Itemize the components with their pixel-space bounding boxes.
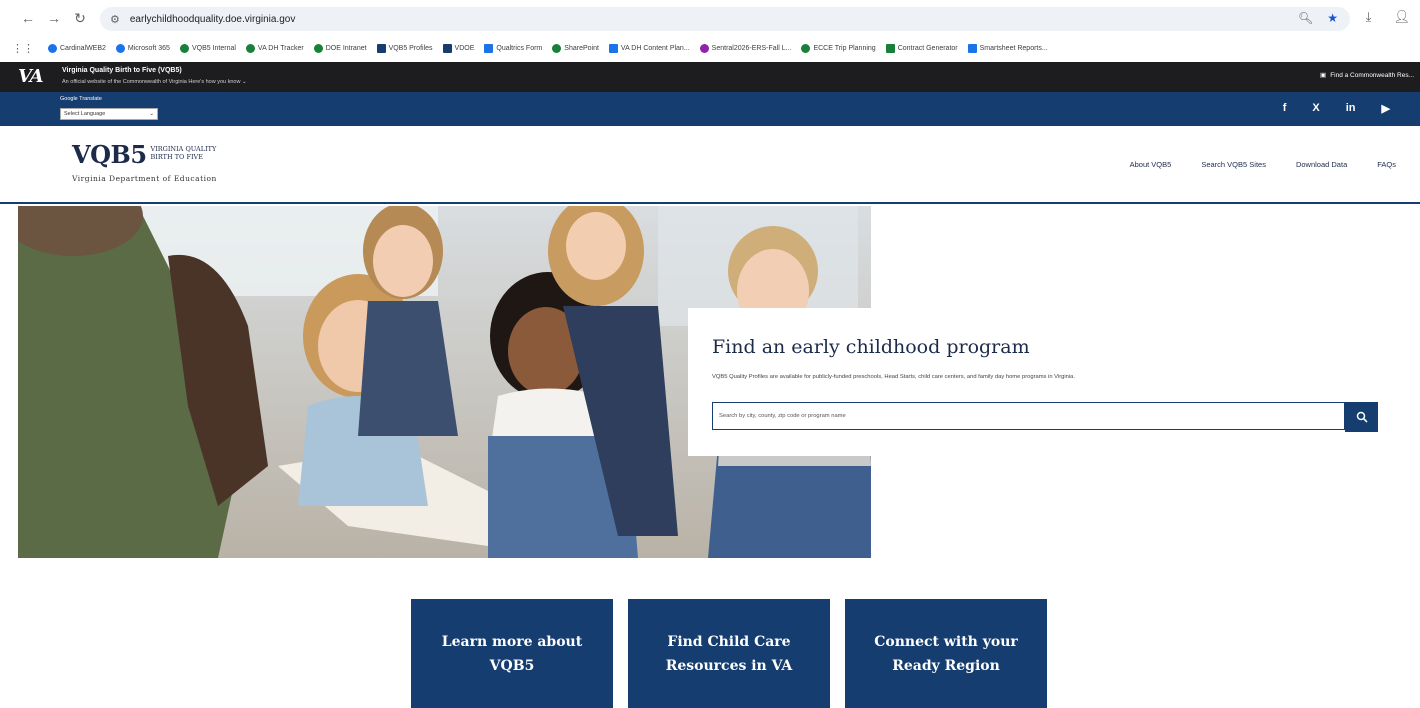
bookmark-item[interactable]: SharePoint (552, 43, 599, 53)
card-description: VQB5 Quality Profiles are available for … (712, 374, 1076, 380)
bookmarks-bar: ⋮⋮ CardinalWEB2 Microsoft 365 VQB5 Inter… (0, 36, 1420, 60)
site-info-icon[interactable]: ⚙ (110, 13, 120, 26)
va-logo[interactable]: VA (18, 66, 44, 87)
youtube-icon[interactable]: ▶ (1382, 102, 1390, 115)
bookmark-item[interactable]: Smartsheet Reports... (967, 43, 1048, 53)
card-title: Find an early childhood program (712, 336, 1030, 358)
building-icon: ▣ (1320, 72, 1327, 79)
x-twitter-icon[interactable]: X (1312, 102, 1319, 115)
url-text[interactable]: earlychildhoodquality.doe.virginia.gov (130, 14, 295, 25)
address-bar[interactable]: ⚙ earlychildhoodquality.doe.virginia.gov… (100, 7, 1350, 31)
zoom-icon[interactable]: 🔍︎ (1298, 11, 1313, 25)
forward-arrow-icon[interactable]: → (44, 8, 64, 28)
find-resource-link[interactable]: ▣ Find a Commonwealth Res... (1320, 71, 1414, 80)
program-search-input[interactable]: Search by city, county, zip code or prog… (712, 402, 1345, 430)
bookmark-item[interactable]: VQB5 Internal (179, 43, 236, 53)
vqb5-logo[interactable]: VQB5 VIRGINIA QUALITY BIRTH TO FIVE (72, 142, 216, 168)
tile-line1: Find Child Care (667, 633, 791, 650)
official-site-notice[interactable]: An official website of the Commonwealth … (62, 79, 247, 85)
bookmark-item[interactable]: ECCE Trip Planning (801, 43, 876, 53)
linkedin-icon[interactable]: in (1346, 102, 1356, 115)
tile-line1: Connect with your (874, 633, 1018, 650)
bookmark-item[interactable]: VQB5 Profiles (376, 43, 433, 53)
main-nav: About VQB5 Search VQB5 Sites Download Da… (1130, 160, 1396, 169)
bookmark-item[interactable]: CardinalWEB2 (48, 43, 106, 53)
bookmark-item[interactable]: Sentral2026-ERS-Fall L... (699, 43, 791, 53)
bookmark-item[interactable]: VDOE (442, 43, 474, 53)
translate-label: Google Translate (60, 96, 102, 102)
bookmark-item[interactable]: Microsoft 365 (115, 43, 170, 53)
nav-about[interactable]: About VQB5 (1130, 160, 1172, 169)
bookmark-item[interactable]: VA DH Tracker (245, 43, 304, 53)
bookmark-item[interactable]: VA DH Content Plan... (608, 43, 690, 53)
tile-line2: VQB5 (489, 657, 535, 674)
tile-line1: Learn more about (441, 633, 583, 650)
bookmark-item[interactable]: Qualtrics Form (484, 43, 542, 53)
gov-banner: VA Virginia Quality Birth to Five (VQB5)… (0, 62, 1420, 92)
search-icon (1356, 411, 1368, 423)
tile-line2: Ready Region (892, 657, 1000, 674)
nav-search-sites[interactable]: Search VQB5 Sites (1201, 160, 1266, 169)
ready-region-tile[interactable]: Connect with your Ready Region (845, 599, 1047, 708)
bookmark-item[interactable]: DOE Intranet (313, 43, 367, 53)
browser-toolbar: ← → ↻ ⚙ earlychildhoodquality.doe.virgin… (0, 0, 1420, 36)
site-header: VQB5 VIRGINIA QUALITY BIRTH TO FIVE Virg… (0, 126, 1420, 204)
reload-icon[interactable]: ↻ (70, 8, 90, 28)
tile-line2: Resources in VA (665, 657, 793, 674)
bookmark-star-icon[interactable]: ★ (1327, 11, 1338, 25)
department-name: Virginia Department of Education (72, 174, 217, 183)
learn-more-vqb5-tile[interactable]: Learn more about VQB5 (411, 599, 613, 708)
nav-faqs[interactable]: FAQs (1377, 160, 1396, 169)
site-name: Virginia Quality Birth to Five (VQB5) (62, 67, 182, 74)
chevron-down-icon: ⌄ (149, 111, 154, 117)
back-arrow-icon[interactable]: ← (18, 8, 38, 28)
program-search-card: Find an early childhood program VQB5 Qua… (688, 308, 1420, 456)
nav-download-data[interactable]: Download Data (1296, 160, 1347, 169)
child-care-resources-tile[interactable]: Find Child Care Resources in VA (628, 599, 830, 708)
profile-icon[interactable]: 👤︎ (1393, 9, 1410, 25)
apps-grid-icon[interactable]: ⋮⋮ (12, 42, 34, 55)
language-select[interactable]: Select Language ⌄ (60, 108, 158, 120)
utility-bar: Google Translate Select Language ⌄ f X i… (0, 92, 1420, 126)
facebook-icon[interactable]: f (1283, 102, 1287, 115)
search-button[interactable] (1345, 402, 1378, 432)
downloads-icon[interactable]: ⤓ (1366, 9, 1372, 25)
bookmark-item[interactable]: Contract Generator (885, 43, 958, 53)
